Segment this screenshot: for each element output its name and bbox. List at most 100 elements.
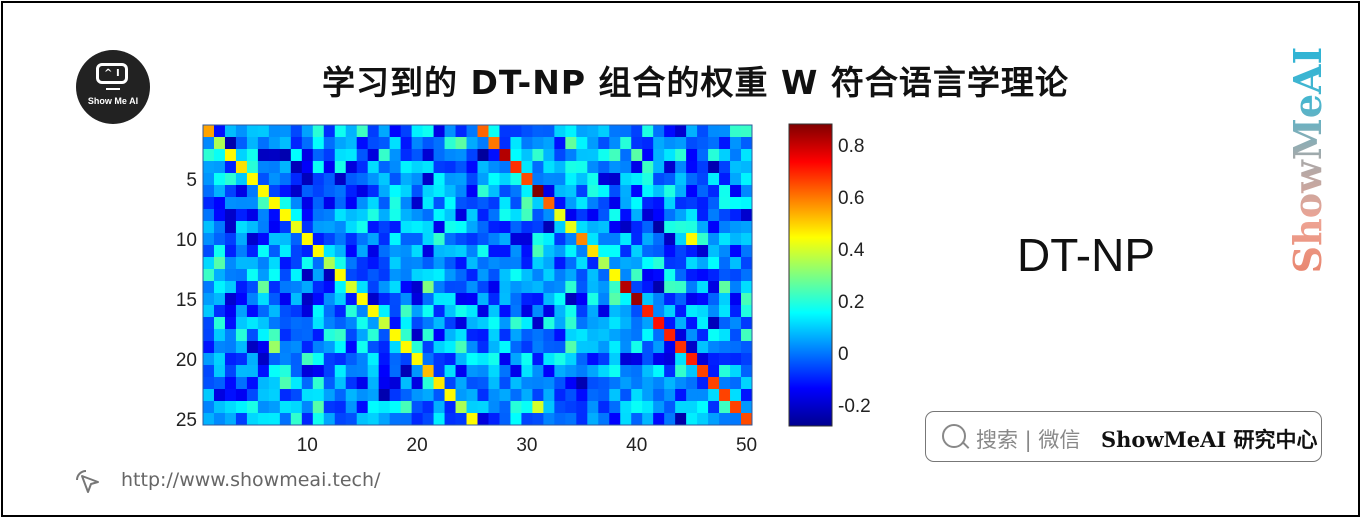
heatmap-cell [345,245,358,258]
heatmap-cell [488,197,500,210]
heatmap-cell [719,341,731,354]
heatmap-cell [521,317,533,330]
heatmap-cell [312,377,325,390]
heatmap-cell [697,233,709,246]
heatmap-cell [697,281,709,294]
heatmap-cell [499,305,511,318]
heatmap-cell [444,341,456,354]
heatmap-cell [334,161,347,174]
heatmap-cell [301,233,314,246]
heatmap-cell [576,185,588,198]
heatmap-cell [686,401,698,414]
heatmap-cell [345,413,358,426]
heatmap-cell [422,245,434,258]
heatmap-cell [257,137,270,150]
heatmap-cell [279,197,292,210]
heatmap-cell [389,389,402,402]
heatmap-cell [499,329,511,342]
heatmap-cell [686,281,698,294]
heatmap-cell [312,137,325,150]
heatmap-cell [301,365,314,378]
heatmap-cell [708,161,720,174]
heatmap-cell [477,293,489,306]
heatmap-cell [235,185,248,198]
heatmap-cell [203,161,215,174]
heatmap-cell [631,185,643,198]
heatmap-cell [389,173,402,186]
heatmap-cell [367,365,380,378]
heatmap-cell [543,329,555,342]
heatmap-cell [389,245,402,258]
heatmap-cell [378,281,391,294]
heatmap-cell [422,125,434,138]
heatmap-cell [268,221,281,234]
heatmap-cell [510,317,522,330]
heatmap-cell [444,305,456,318]
heatmap-cell [356,149,369,162]
heatmap-cell [653,269,665,282]
url-link[interactable]: http://www.showmeai.tech/ [121,469,380,491]
heatmap-cell [444,401,456,414]
heatmap-cell [642,389,654,402]
heatmap-cell [378,185,391,198]
heatmap-cell [411,413,423,426]
heatmap-cell [246,365,259,378]
heatmap-cell [565,413,577,426]
heatmap-cell [664,281,676,294]
heatmap-cell [675,161,687,174]
heatmap-cell [213,233,226,246]
heatmap-cell [488,149,500,162]
heatmap-cell [224,209,237,222]
heatmap-cell [213,389,226,402]
heatmap-cell [598,317,610,330]
search-box[interactable]: 搜索 | 微信 ShowMeAI 研究中心 [925,411,1322,462]
heatmap-cell [642,197,654,210]
heatmap-cell [554,221,566,234]
heatmap-cell [664,365,676,378]
heatmap-cell [697,377,709,390]
search-name: ShowMeAI 研究中心 [1101,427,1318,452]
heatmap-cell [653,389,665,402]
heatmap-cell [642,305,654,318]
heatmap-cell [675,257,687,270]
heatmap-cell [466,173,478,186]
heatmap-cell [279,173,292,186]
heatmap-cell [213,413,226,426]
heatmap-cell [576,161,588,174]
heatmap-cell [466,257,478,270]
heatmap-cell [587,125,599,138]
heatmap-cell [356,413,369,426]
heatmap-cell [730,209,742,222]
colorbar-tick-label: 0 [838,344,849,365]
heatmap-cell [312,125,325,138]
heatmap-cell [301,329,314,342]
heatmap-cell [268,233,281,246]
heatmap-cell [719,401,731,414]
heatmap-cell [433,329,445,342]
heatmap-cell [598,245,610,258]
heatmap-cell [708,293,720,306]
heatmap-cell [235,161,248,174]
heatmap-cell [290,281,303,294]
heatmap-cell [345,125,358,138]
heatmap-cell [565,293,577,306]
heatmap-cell [598,269,610,282]
heatmap-cell [653,245,665,258]
heatmap-cell [433,413,445,426]
heatmap-cell [246,221,259,234]
heatmap-cell [301,413,314,426]
heatmap-cell [400,317,413,330]
heatmap-cell [609,269,621,282]
heatmap-cell [521,269,533,282]
heatmap-cell [257,209,270,222]
heatmap-cell [224,137,237,150]
heatmap-cell [268,269,281,282]
heatmap-cell [686,161,698,174]
heatmap-cell [477,353,489,366]
heatmap-cell [609,209,621,222]
heatmap-cell [510,365,522,378]
heatmap-cell [620,245,632,258]
heatmap-cell [631,269,643,282]
heatmap-cell [455,401,467,414]
heatmap-cell [367,173,380,186]
